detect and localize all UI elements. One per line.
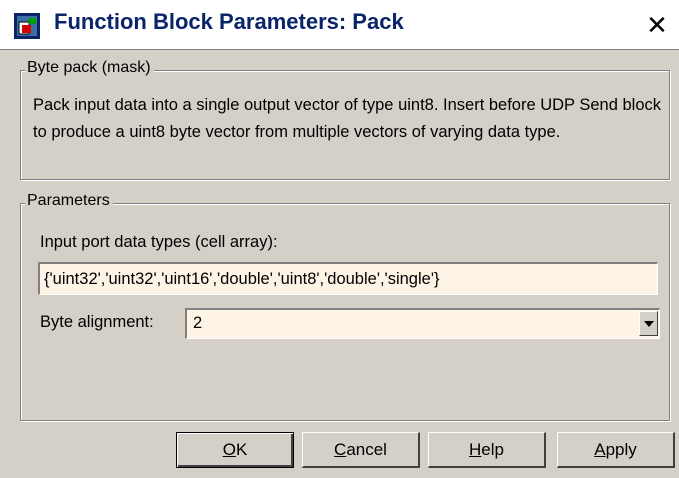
dialog-window: Function Block Parameters: Pack ✕ Byte p… (0, 0, 679, 478)
ok-button[interactable]: OK (176, 432, 294, 468)
title-bar[interactable]: Function Block Parameters: Pack ✕ (0, 0, 679, 46)
cancel-mnemonic: C (334, 440, 347, 459)
title-separator (0, 46, 679, 50)
help-mnemonic: H (469, 440, 482, 459)
ok-label-rest: K (235, 440, 248, 459)
help-label-rest: elp (481, 440, 504, 459)
apply-label-rest: pply (605, 440, 637, 459)
ok-mnemonic: O (222, 440, 236, 459)
close-icon[interactable]: ✕ (643, 13, 671, 40)
window-title: Function Block Parameters: Pack (54, 9, 404, 34)
apply-button[interactable]: Apply (557, 432, 675, 468)
byte-alignment-value: 2 (193, 314, 203, 332)
mask-group-legend: Byte pack (mask) (25, 59, 154, 77)
input-types-label: Input port data types (cell array): (40, 233, 278, 251)
help-button[interactable]: Help (428, 432, 546, 468)
simulink-block-icon (14, 13, 40, 39)
cancel-label-rest: ancel (346, 440, 387, 459)
parameters-group-legend: Parameters (25, 192, 113, 210)
apply-mnemonic: A (594, 440, 606, 459)
cancel-button[interactable]: Cancel (302, 432, 420, 468)
mask-description: Pack input data into a single output vec… (33, 96, 661, 141)
chevron-down-icon[interactable] (639, 311, 658, 336)
byte-alignment-label: Byte alignment: (40, 313, 154, 331)
input-types-field[interactable] (38, 262, 658, 295)
byte-alignment-select[interactable]: 2 (185, 308, 660, 339)
